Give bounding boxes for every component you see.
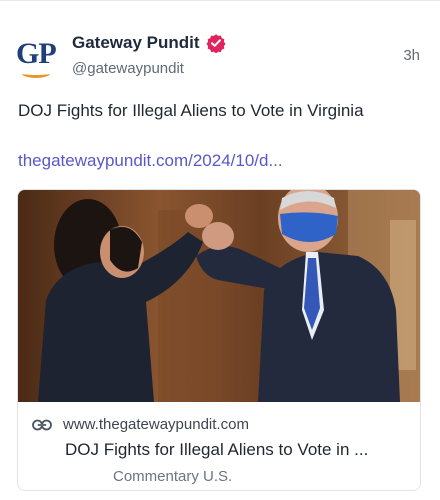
link-preview-image[interactable] xyxy=(18,190,420,402)
link-icon xyxy=(32,419,52,430)
link-preview-title[interactable]: DOJ Fights for Illegal Aliens to Vote in… xyxy=(65,440,413,460)
author-handle[interactable]: @gatewaypundit xyxy=(72,60,184,77)
post-timestamp: 3h xyxy=(403,47,420,64)
author-name-row: Gateway Pundit xyxy=(72,33,226,53)
photo-two-people-elbow-bump-icon xyxy=(18,190,420,402)
link-preview-domain-row: www.thegatewaypundit.com xyxy=(32,416,249,433)
post-card[interactable]: GP Gateway Pundit @gatewaypundit 3h DOJ … xyxy=(0,0,440,500)
avatar-logo-text: GP xyxy=(16,37,57,70)
link-preview-category: Commentary U.S. xyxy=(113,468,233,485)
avatar-swoosh xyxy=(22,69,50,78)
link-preview-card[interactable]: www.thegatewaypundit.com DOJ Fights for … xyxy=(17,189,421,491)
avatar[interactable]: GP xyxy=(16,35,57,79)
link-preview-domain: www.thegatewaypundit.com xyxy=(63,416,249,433)
post-link[interactable]: thegatewaypundit.com/2024/10/d... xyxy=(18,151,283,171)
verified-badge-icon xyxy=(205,34,226,53)
author-name[interactable]: Gateway Pundit xyxy=(72,33,200,53)
link-preview-meta: www.thegatewaypundit.com DOJ Fights for … xyxy=(18,402,420,490)
post-text: DOJ Fights for Illegal Aliens to Vote in… xyxy=(18,101,364,120)
post-header: GP Gateway Pundit @gatewaypundit 3h xyxy=(16,29,424,85)
